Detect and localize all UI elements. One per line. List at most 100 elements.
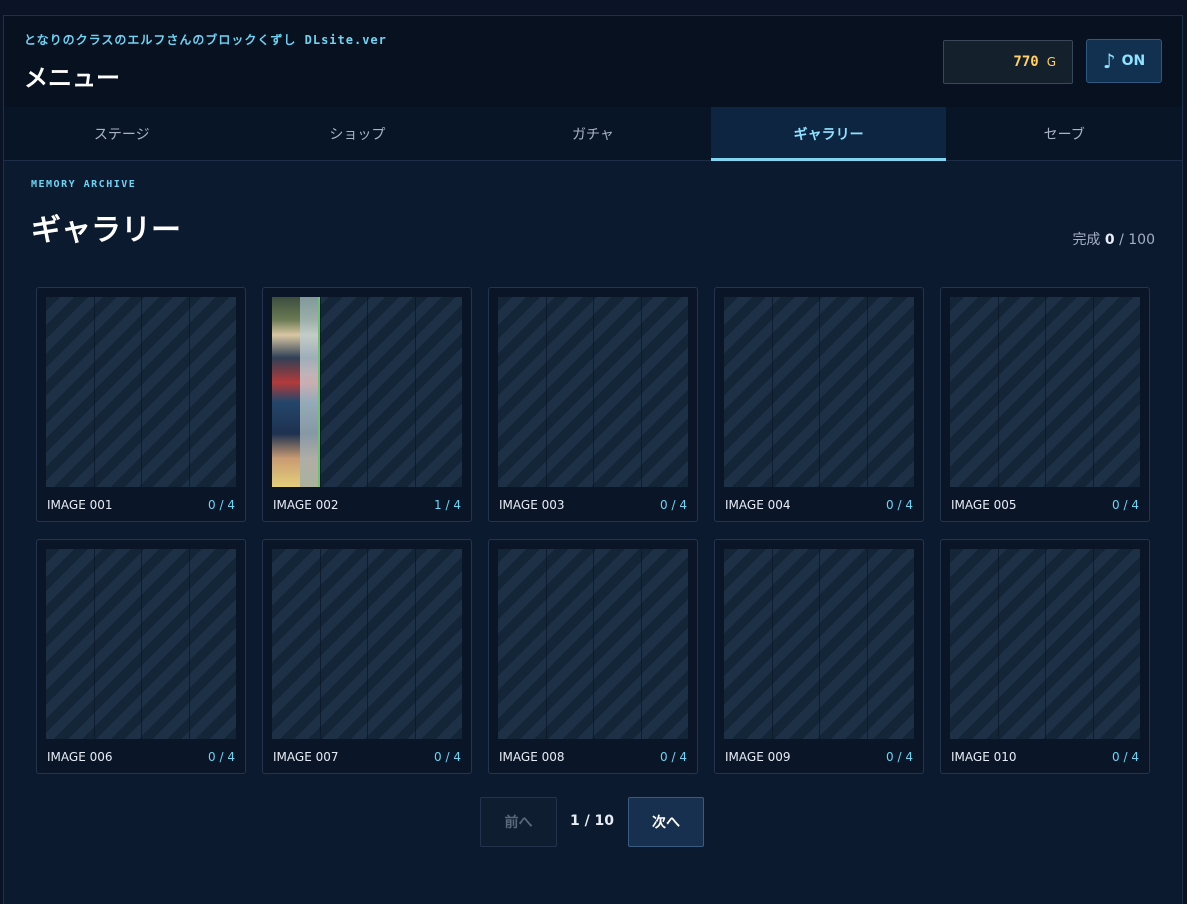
gallery-thumbnail [46, 297, 236, 487]
piece-divider [141, 297, 142, 487]
piece-divider [1092, 297, 1094, 487]
gallery-card[interactable]: IMAGE 009 0 / 4 [714, 539, 924, 774]
gallery-thumbnail [724, 297, 914, 487]
piece-divider [997, 549, 999, 739]
gallery-card[interactable]: IMAGE 008 0 / 4 [488, 539, 698, 774]
piece-divider [367, 297, 368, 487]
tab-label: ギャラリー [793, 126, 864, 143]
sound-toggle-button[interactable]: ♪ ON [1086, 39, 1162, 83]
completion-counter: 完成 0 / 100 [1072, 229, 1155, 249]
gallery-card-count: 0 / 4 [208, 750, 235, 764]
piece-divider [771, 297, 773, 487]
gallery-card-count: 0 / 4 [1112, 498, 1139, 512]
page-title: ギャラリー [31, 213, 181, 248]
gallery-card-label: IMAGE 001 [47, 498, 113, 512]
piece-divider [93, 297, 95, 487]
gold-amount: 770 [1013, 54, 1039, 70]
gallery-card-count: 0 / 4 [886, 750, 913, 764]
gallery-card[interactable]: IMAGE 001 0 / 4 [36, 287, 246, 522]
gallery-card[interactable]: IMAGE 007 0 / 4 [262, 539, 472, 774]
gallery-thumbnail [724, 549, 914, 739]
completion-count: 0 [1104, 232, 1115, 248]
section-subtitle: MEMORY ARCHIVE [31, 179, 137, 190]
page-indicator: 1 / 10 [569, 813, 615, 829]
gallery-card[interactable]: IMAGE 004 0 / 4 [714, 287, 924, 522]
main-tabs: ステージ ショップ ガチャ ギャラリー セーブ [4, 107, 1182, 161]
tab-label: ステージ [93, 126, 150, 143]
gallery-thumbnail [46, 549, 236, 739]
completion-separator: / [1119, 232, 1124, 248]
piece-divider [93, 549, 95, 739]
gallery-card-label: IMAGE 010 [951, 750, 1017, 764]
gold-display: 770 G [943, 40, 1073, 84]
gallery-card[interactable]: IMAGE 005 0 / 4 [940, 287, 1150, 522]
tab-label: セーブ [1043, 126, 1085, 143]
piece-divider [1092, 549, 1094, 739]
piece-divider [319, 549, 321, 739]
piece-divider [771, 549, 773, 739]
gallery-card-label: IMAGE 003 [499, 498, 565, 512]
piece-divider [866, 297, 868, 487]
gallery-card-label: IMAGE 002 [273, 498, 339, 512]
completion-label: 完成 [1072, 232, 1101, 248]
unlocked-image-piece [272, 297, 320, 487]
gallery-card-count: 0 / 4 [1112, 750, 1139, 764]
tab-gallery[interactable]: ギャラリー [710, 107, 947, 161]
gallery-card[interactable]: IMAGE 003 0 / 4 [488, 287, 698, 522]
piece-divider [640, 297, 642, 487]
piece-divider [1045, 549, 1046, 739]
piece-divider [367, 549, 368, 739]
piece-divider [545, 549, 547, 739]
gallery-card-label: IMAGE 005 [951, 498, 1017, 512]
completion-total: 100 [1128, 232, 1155, 248]
gallery-card-count: 1 / 4 [434, 498, 461, 512]
gold-unit: G [1046, 55, 1056, 69]
gallery-card-count: 0 / 4 [660, 750, 687, 764]
piece-divider [414, 297, 416, 487]
piece-divider [545, 297, 547, 487]
gallery-thumbnail [950, 549, 1140, 739]
gallery-card[interactable]: IMAGE 006 0 / 4 [36, 539, 246, 774]
tab-gacha[interactable]: ガチャ [475, 107, 711, 160]
tab-shop[interactable]: ショップ [240, 107, 476, 160]
piece-divider [414, 549, 416, 739]
music-note-icon: ♪ [1102, 49, 1116, 73]
gallery-card[interactable]: IMAGE 010 0 / 4 [940, 539, 1150, 774]
piece-divider [593, 297, 594, 487]
gallery-thumbnail [950, 297, 1140, 487]
tab-stage[interactable]: ステージ [4, 107, 240, 160]
tab-label: ガチャ [572, 126, 614, 143]
gallery-card-count: 0 / 4 [660, 498, 687, 512]
gallery-thumbnail [498, 297, 688, 487]
gallery-card-count: 0 / 4 [208, 498, 235, 512]
gallery-card-label: IMAGE 009 [725, 750, 791, 764]
gallery-thumbnail [498, 549, 688, 739]
top-bar: となりのクラスのエルフさんのブロックくずし DLsite.ver メニュー 77… [4, 16, 1182, 107]
tab-label: ショップ [329, 126, 386, 143]
menu-title: メニュー [24, 64, 120, 92]
piece-divider [819, 549, 820, 739]
piece-divider [1045, 297, 1046, 487]
game-title: となりのクラスのエルフさんのブロックくずし DLsite.ver [24, 33, 387, 47]
gallery-card-count: 0 / 4 [886, 498, 913, 512]
next-page-button[interactable]: 次へ [628, 797, 704, 847]
piece-divider [640, 549, 642, 739]
gallery-card-label: IMAGE 008 [499, 750, 565, 764]
prev-page-button[interactable]: 前へ [480, 797, 557, 847]
gallery-card-count: 0 / 4 [434, 750, 461, 764]
gallery-card-label: IMAGE 006 [47, 750, 113, 764]
piece-divider [188, 549, 190, 739]
piece-divider [866, 549, 868, 739]
gallery-card[interactable]: IMAGE 002 1 / 4 [262, 287, 472, 522]
gallery-card-label: IMAGE 004 [725, 498, 791, 512]
piece-divider [188, 297, 190, 487]
piece-divider [141, 549, 142, 739]
piece-divider [997, 297, 999, 487]
tab-save[interactable]: セーブ [946, 107, 1182, 160]
gallery-thumbnail [272, 297, 462, 487]
gallery-card-label: IMAGE 007 [273, 750, 339, 764]
sound-toggle-label: ON [1121, 53, 1146, 69]
piece-divider [593, 549, 594, 739]
piece-divider [819, 297, 820, 487]
gallery-thumbnail [272, 549, 462, 739]
